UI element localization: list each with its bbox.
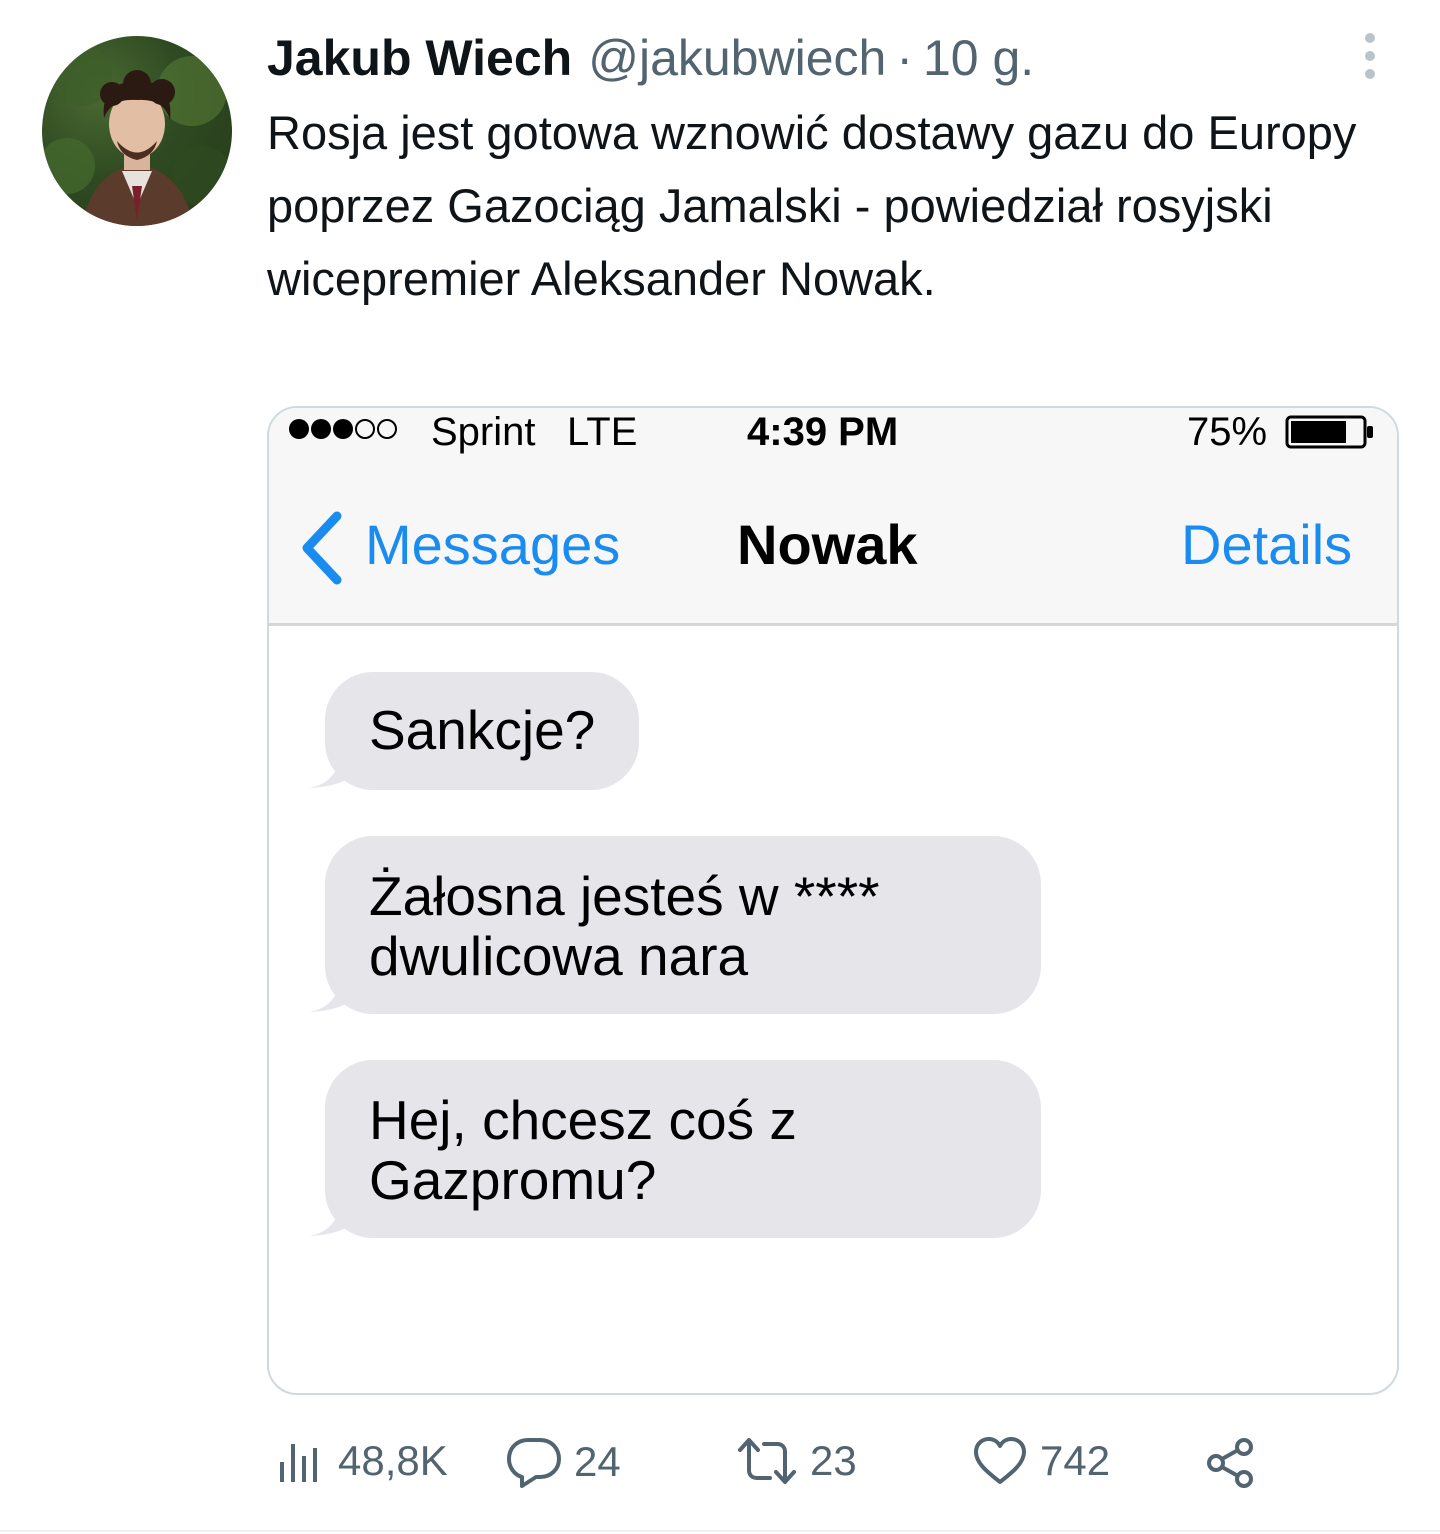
more-vertical-icon[interactable]	[1352, 30, 1388, 82]
divider	[0, 1530, 1440, 1532]
bar-chart-icon	[280, 1444, 317, 1482]
network-label: LTE	[567, 410, 638, 454]
separator-dot: ·	[896, 30, 913, 86]
like-button[interactable]: 742	[972, 1436, 1110, 1486]
message-bubble: Sankcje?	[325, 672, 639, 790]
signal-strength-icon	[289, 419, 397, 439]
tweet-timestamp[interactable]: 10 g.	[923, 29, 1034, 87]
message-text: Żałosna jesteś w **** dwulicowa nara	[369, 865, 880, 987]
reply-count: 24	[574, 1438, 621, 1485]
tweet-text: Rosja jest gotowa wznowić dostawy gazu d…	[267, 106, 1357, 305]
like-count: 742	[1040, 1437, 1111, 1484]
retweet-button[interactable]: 23	[736, 1436, 857, 1486]
retweet-count: 23	[810, 1437, 857, 1484]
tweet-actions: 48,8K 24 23 742	[0, 1426, 1440, 1506]
chevron-left-icon	[297, 510, 345, 586]
avatar[interactable]	[42, 36, 232, 226]
details-button: Details	[1181, 513, 1353, 576]
share-button[interactable]	[1204, 1436, 1258, 1490]
avatar-photo	[42, 46, 232, 226]
message-text: Hej, chcesz coś z Gazpromu?	[369, 1089, 797, 1211]
reply-button[interactable]: 24	[506, 1436, 621, 1488]
messages-nav-bar: Messages Nowak Details	[269, 460, 1397, 626]
views-count: 48,8K	[338, 1437, 448, 1484]
battery-percent: 75%	[1187, 410, 1268, 454]
conversation-title: Nowak	[737, 513, 918, 576]
tweet[interactable]: Jakub Wiech @jakubwiech · 10 g. Rosja je…	[0, 0, 1440, 1534]
carrier-label: Sprint	[431, 410, 536, 454]
share-icon	[1207, 1438, 1253, 1488]
message-bubble: Żałosna jesteś w **** dwulicowa nara	[325, 836, 1041, 1014]
battery-icon	[1285, 414, 1375, 450]
heart-icon	[974, 1437, 1026, 1484]
message-bubble: Hej, chcesz coś z Gazpromu?	[325, 1060, 1041, 1238]
views-button[interactable]: 48,8K	[276, 1436, 448, 1486]
back-messages-button: Messages	[365, 513, 621, 576]
phone-status-bar: Sprint LTE 4:39 PM 75%	[269, 408, 1397, 460]
status-time: 4:39 PM	[747, 410, 899, 454]
tweet-media-image[interactable]: Sprint LTE 4:39 PM 75% Messages Nowak De…	[267, 406, 1399, 1395]
message-text: Sankcje?	[369, 699, 596, 761]
author-name[interactable]: Jakub Wiech	[267, 29, 572, 87]
speech-bubble-icon	[507, 1438, 561, 1488]
author-handle[interactable]: @jakubwiech	[588, 29, 886, 87]
retweet-icon	[738, 1438, 796, 1484]
tweet-header: Jakub Wiech @jakubwiech · 10 g.	[267, 28, 1034, 88]
